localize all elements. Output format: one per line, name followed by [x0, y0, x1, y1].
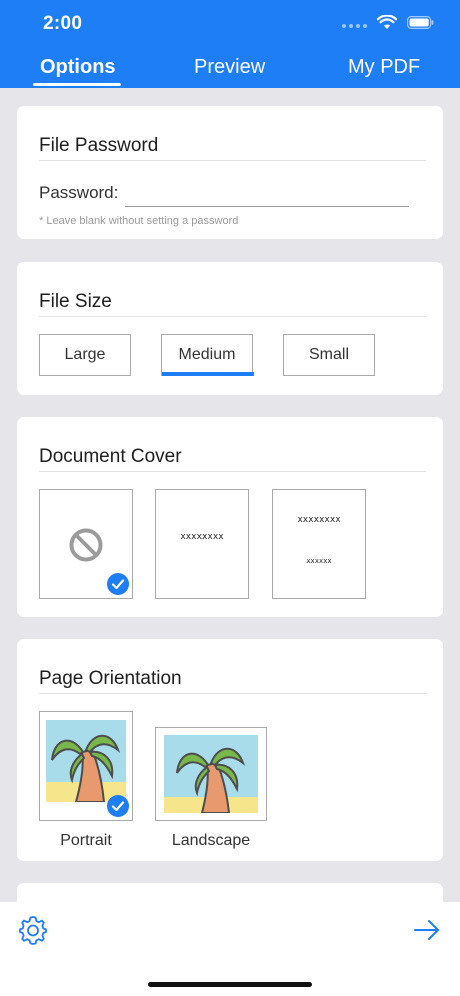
active-tab-indicator: [33, 83, 121, 86]
document-cover-card: Document Cover xxxxxxxx xxxxxxxx xxxxxx: [17, 417, 443, 617]
home-indicator: [148, 982, 312, 987]
size-medium-label: Medium: [178, 346, 236, 363]
divider: [39, 160, 426, 161]
tab-preview[interactable]: Preview: [194, 56, 265, 79]
card-title: File Size: [39, 291, 112, 312]
tab-my-pdf[interactable]: My PDF: [348, 56, 420, 79]
password-hint: * Leave blank without setting a password: [39, 215, 239, 227]
size-large-label: Large: [64, 346, 106, 363]
divider: [39, 471, 426, 472]
cover-subtitle-placeholder: xxxxxx: [306, 557, 332, 565]
divider: [39, 316, 426, 317]
gear-icon[interactable]: [17, 914, 49, 946]
selected-check-icon: [107, 573, 129, 595]
header-bar: 2:00 Options Preview My PDF: [0, 0, 460, 88]
file-size-card: File Size Large Medium Small: [17, 262, 443, 395]
status-time: 2:00: [43, 13, 83, 34]
cover-option-title[interactable]: xxxxxxxx: [155, 489, 249, 599]
size-small-label: Small: [308, 346, 349, 363]
size-small-button[interactable]: Small: [283, 334, 375, 376]
page-orientation-card: Page Orientation Portrait Landscape: [17, 639, 443, 861]
card-title: Document Cover: [39, 446, 182, 467]
card-title: Page Orientation: [39, 668, 182, 689]
orientation-landscape-option[interactable]: [155, 727, 267, 821]
orientation-landscape-label: Landscape: [171, 832, 251, 849]
bottom-toolbar: [0, 902, 460, 996]
arrow-right-icon[interactable]: [413, 918, 441, 942]
status-icons: [342, 15, 434, 30]
cover-title-placeholder: xxxxxxxx: [180, 532, 224, 542]
cover-option-none[interactable]: [39, 489, 133, 599]
orientation-portrait-label: Portrait: [60, 832, 112, 849]
tab-options[interactable]: Options: [40, 56, 116, 79]
cover-title-placeholder: xxxxxxxx: [297, 515, 341, 525]
cellular-signal-icon: [342, 18, 367, 28]
tab-bar: Options Preview My PDF: [0, 56, 460, 88]
palm-tree-icon: [46, 720, 126, 802]
size-medium-button[interactable]: Medium: [161, 334, 254, 376]
selected-indicator: [162, 372, 254, 376]
divider: [39, 693, 426, 694]
battery-icon: [407, 16, 434, 29]
password-card: File Password Password: * Leave blank wi…: [17, 106, 443, 239]
password-label: Password:: [39, 183, 119, 202]
wifi-icon: [377, 15, 397, 29]
cover-option-title-subtitle[interactable]: xxxxxxxx xxxxxx: [272, 489, 366, 599]
selected-check-icon: [107, 795, 129, 817]
no-cover-icon: [69, 528, 103, 562]
orientation-portrait-option[interactable]: [39, 711, 133, 821]
password-input[interactable]: [125, 186, 409, 207]
card-title: File Password: [39, 135, 159, 156]
palm-tree-icon: [164, 735, 258, 813]
size-large-button[interactable]: Large: [39, 334, 131, 376]
